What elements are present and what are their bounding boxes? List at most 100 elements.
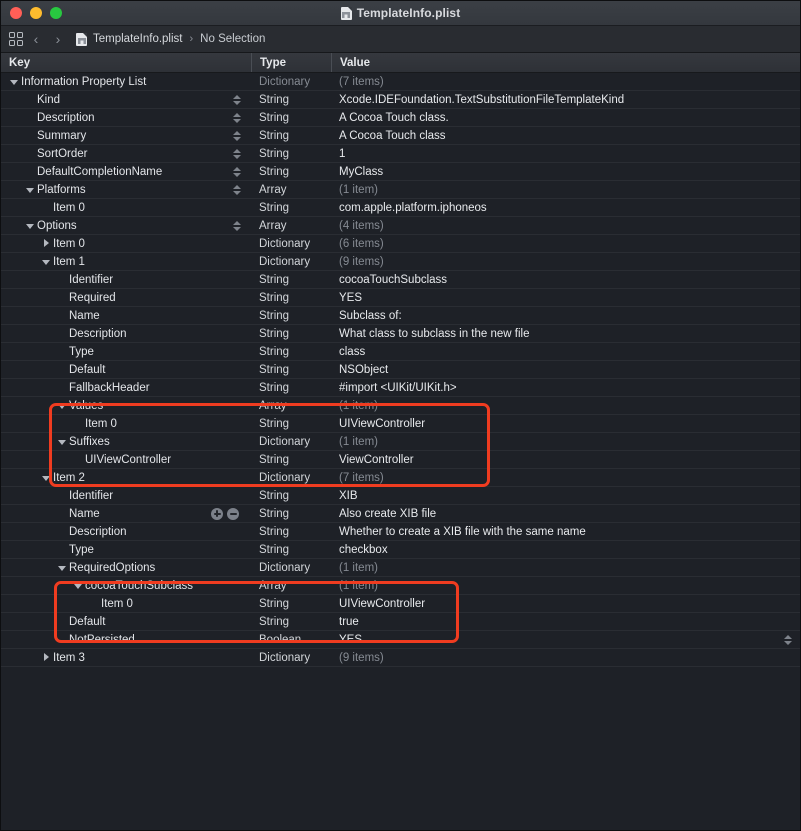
value-stepper-control[interactable] xyxy=(232,219,241,233)
row-value-cell[interactable]: A Cocoa Touch class. xyxy=(331,112,800,124)
row-key-cell[interactable]: RequiredOptions xyxy=(1,559,251,576)
row-type-cell[interactable]: Dictionary xyxy=(251,76,331,88)
row-key-cell[interactable]: Options xyxy=(1,217,251,234)
table-row[interactable]: Description String What class to subclass … xyxy=(1,325,800,343)
table-row[interactable]: Summary String A Cocoa Touch class xyxy=(1,127,800,145)
row-key-cell[interactable]: Identifier xyxy=(1,487,251,504)
table-row[interactable]: RequiredOptions Dictionary (1 item) xyxy=(1,559,800,577)
row-key-cell[interactable]: UIViewController xyxy=(1,451,251,468)
row-value-cell[interactable]: class xyxy=(331,346,800,358)
table-row[interactable]: Identifier String XIB xyxy=(1,487,800,505)
disclosure-triangle-collapsed-icon[interactable] xyxy=(41,239,51,249)
disclosure-triangle-expanded-icon[interactable] xyxy=(41,473,51,483)
row-type-cell[interactable]: String xyxy=(251,544,331,556)
row-key-cell[interactable]: Item 1 xyxy=(1,253,251,270)
value-stepper-control[interactable] xyxy=(232,111,241,125)
table-row[interactable]: Description String A Cocoa Touch class. xyxy=(1,109,800,127)
row-value-cell[interactable]: (1 item) xyxy=(331,184,800,196)
table-row[interactable]: Item 0 String UIViewController xyxy=(1,595,800,613)
row-value-cell[interactable]: (7 items) xyxy=(331,76,800,88)
table-row[interactable]: Default String true xyxy=(1,613,800,631)
table-row[interactable]: Item 2 Dictionary (7 items) xyxy=(1,469,800,487)
row-type-cell[interactable]: String xyxy=(251,508,331,520)
row-key-cell[interactable]: Required xyxy=(1,289,251,306)
row-type-cell[interactable]: Dictionary xyxy=(251,562,331,574)
row-key-cell[interactable]: Platforms xyxy=(1,181,251,198)
row-type-cell[interactable]: Dictionary xyxy=(251,256,331,268)
row-value-cell[interactable]: (1 item) xyxy=(331,562,800,574)
disclosure-triangle-expanded-icon[interactable] xyxy=(57,437,67,447)
row-value-cell[interactable]: cocoaTouchSubclass xyxy=(331,274,800,286)
row-value-cell[interactable]: (6 items) xyxy=(331,238,800,250)
close-window-button[interactable] xyxy=(10,7,22,19)
row-value-cell[interactable]: ViewController xyxy=(331,454,800,466)
row-value-cell[interactable]: Whether to create a XIB file with the sa… xyxy=(331,526,800,538)
row-key-cell[interactable]: Values xyxy=(1,397,251,414)
row-key-cell[interactable]: Description xyxy=(1,523,251,540)
row-value-cell[interactable]: com.apple.platform.iphoneos xyxy=(331,202,800,214)
row-value-cell[interactable]: true xyxy=(331,616,800,628)
row-type-cell[interactable]: Array xyxy=(251,184,331,196)
row-type-cell[interactable]: String xyxy=(251,148,331,160)
table-row[interactable]: Type String checkbox xyxy=(1,541,800,559)
table-row[interactable]: Item 1 Dictionary (9 items) xyxy=(1,253,800,271)
row-value-cell[interactable]: YES xyxy=(331,634,800,646)
table-row[interactable]: DefaultCompletionName String MyClass xyxy=(1,163,800,181)
row-key-cell[interactable]: Information Property List xyxy=(1,73,251,90)
row-value-cell[interactable]: checkbox xyxy=(331,544,800,556)
row-key-cell[interactable]: NotPersisted xyxy=(1,631,251,648)
chevron-right-icon[interactable]: › xyxy=(48,29,68,49)
row-type-cell[interactable]: String xyxy=(251,418,331,430)
row-value-cell[interactable]: NSObject xyxy=(331,364,800,376)
disclosure-triangle-expanded-icon[interactable] xyxy=(41,257,51,267)
row-key-cell[interactable]: Type xyxy=(1,343,251,360)
row-key-cell[interactable]: Suffixes xyxy=(1,433,251,450)
value-stepper-control[interactable] xyxy=(232,93,241,107)
row-type-cell[interactable]: Dictionary xyxy=(251,436,331,448)
column-header-key[interactable]: Key xyxy=(1,53,251,72)
row-key-cell[interactable]: Default xyxy=(1,613,251,630)
table-row[interactable]: FallbackHeader String #import <UIKit/UIKit… xyxy=(1,379,800,397)
row-key-cell[interactable]: Item 0 xyxy=(1,199,251,216)
row-type-cell[interactable]: String xyxy=(251,598,331,610)
row-type-cell[interactable]: String xyxy=(251,274,331,286)
maximize-window-button[interactable] xyxy=(50,7,62,19)
row-key-cell[interactable]: Item 2 xyxy=(1,469,251,486)
row-value-cell[interactable]: (7 items) xyxy=(331,472,800,484)
row-type-cell[interactable]: Dictionary xyxy=(251,652,331,664)
table-row[interactable]: Item 0 String UIViewController xyxy=(1,415,800,433)
row-type-cell[interactable]: Dictionary xyxy=(251,472,331,484)
row-type-cell[interactable]: String xyxy=(251,112,331,124)
row-value-cell[interactable]: What class to subclass in the new file xyxy=(331,328,800,340)
table-row[interactable]: Options Array (4 items) xyxy=(1,217,800,235)
table-row[interactable]: Name String Also create XIB file xyxy=(1,505,800,523)
row-key-cell[interactable]: Name xyxy=(1,307,251,324)
table-row[interactable]: SortOrder String 1 xyxy=(1,145,800,163)
row-value-cell[interactable]: Also create XIB file xyxy=(331,508,800,520)
disclosure-triangle-expanded-icon[interactable] xyxy=(9,77,19,87)
value-stepper-control[interactable] xyxy=(232,129,241,143)
row-key-cell[interactable]: Name xyxy=(1,505,251,522)
row-type-cell[interactable]: String xyxy=(251,328,331,340)
row-value-cell[interactable]: (9 items) xyxy=(331,652,800,664)
disclosure-triangle-expanded-icon[interactable] xyxy=(25,185,35,195)
disclosure-triangle-expanded-icon[interactable] xyxy=(73,581,83,591)
row-key-cell[interactable]: Item 3 xyxy=(1,649,251,666)
row-type-cell[interactable]: String xyxy=(251,202,331,214)
row-type-cell[interactable]: String xyxy=(251,382,331,394)
row-value-cell[interactable]: (1 item) xyxy=(331,436,800,448)
table-row[interactable]: NotPersisted Boolean YES xyxy=(1,631,800,649)
table-row[interactable]: Item 0 Dictionary (6 items) xyxy=(1,235,800,253)
value-stepper-control[interactable] xyxy=(232,183,241,197)
table-row[interactable]: Kind String Xcode.IDEFoundation.TextSubsti… xyxy=(1,91,800,109)
row-value-cell[interactable]: MyClass xyxy=(331,166,800,178)
row-value-cell[interactable]: A Cocoa Touch class xyxy=(331,130,800,142)
breadcrumb-selection-label[interactable]: No Selection xyxy=(200,33,265,45)
table-row[interactable]: Type String class xyxy=(1,343,800,361)
row-type-cell[interactable]: String xyxy=(251,364,331,376)
row-key-cell[interactable]: SortOrder xyxy=(1,145,251,162)
row-value-cell[interactable]: Xcode.IDEFoundation.TextSubstitutionFile… xyxy=(331,94,800,106)
disclosure-triangle-expanded-icon[interactable] xyxy=(25,221,35,231)
column-header-value[interactable]: Value xyxy=(331,53,800,72)
row-type-cell[interactable]: String xyxy=(251,292,331,304)
